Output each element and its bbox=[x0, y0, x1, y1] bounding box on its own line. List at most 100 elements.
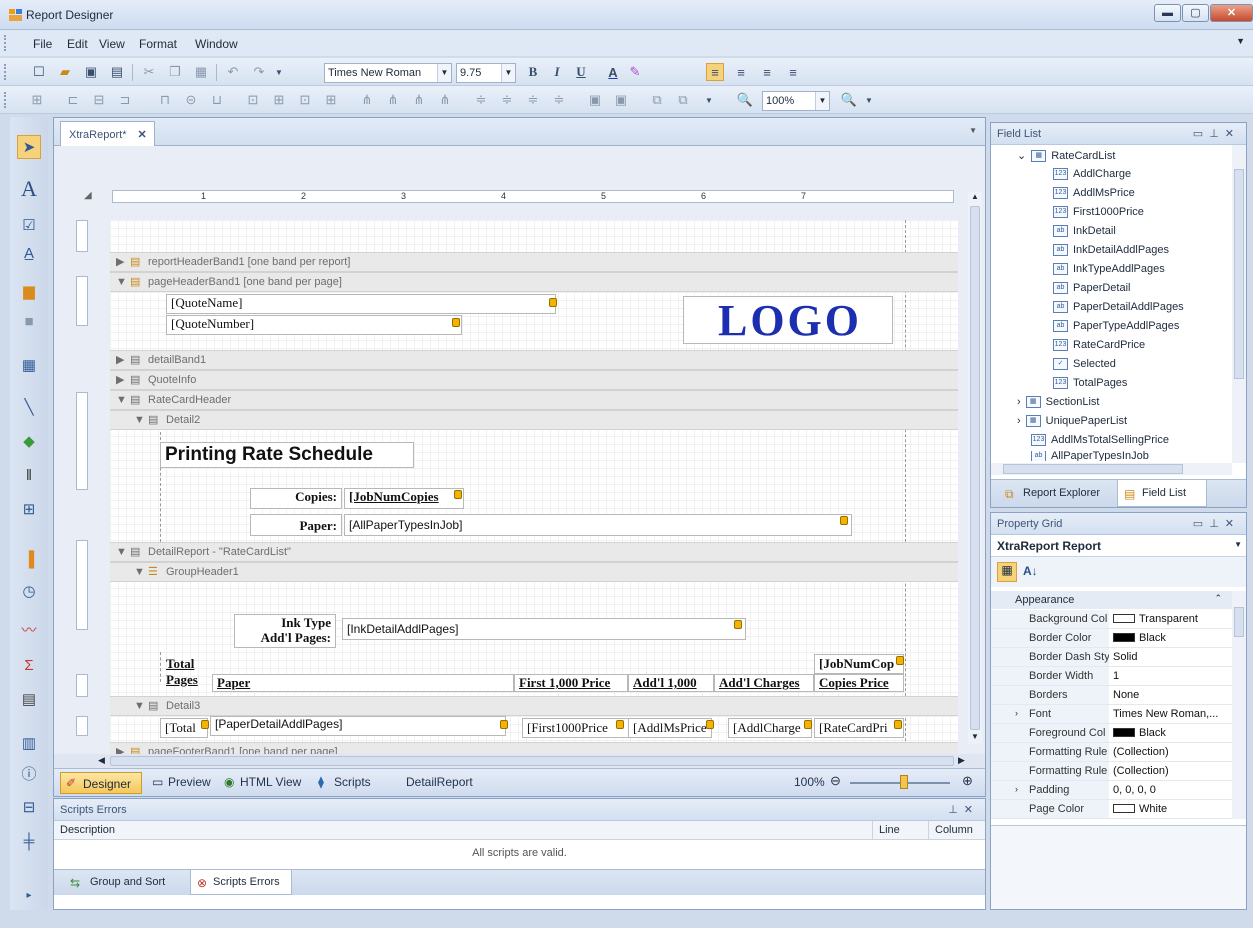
scroll-up-icon[interactable]: ▲ bbox=[971, 192, 979, 201]
h-spacing-icon[interactable]: ⋔ bbox=[358, 91, 376, 109]
quote-name-field[interactable]: [QuoteName] bbox=[166, 294, 556, 314]
zoom-combo[interactable]: 100% ▼ bbox=[762, 91, 830, 111]
tree-node-ratecardlist[interactable]: ⌄ ▦ RateCardList bbox=[1017, 149, 1115, 162]
object-selector[interactable]: XtraReport Report ▼ bbox=[991, 535, 1246, 557]
ink-detail-field[interactable]: [InkDetailAddlPages] bbox=[342, 618, 746, 640]
detail-addlcharge-field[interactable]: [AddlCharge bbox=[728, 718, 812, 738]
column-line[interactable]: Line bbox=[872, 821, 906, 839]
property-value[interactable]: (Collection) bbox=[1113, 765, 1169, 777]
same-size-icon[interactable]: ⊞ bbox=[322, 91, 340, 109]
property-value[interactable]: (Collection) bbox=[1113, 746, 1169, 758]
band-rate-card-header[interactable]: ▼ ▤ RateCardHeader bbox=[110, 390, 958, 410]
field-item[interactable]: 123 AddlMsTotalSellingPrice bbox=[1031, 434, 1169, 446]
vertical-scroll-thumb[interactable] bbox=[970, 206, 980, 730]
h-spacing-inc-icon[interactable]: ⋔ bbox=[384, 91, 402, 109]
column-column[interactable]: Column bbox=[928, 821, 979, 839]
size-to-grid-icon[interactable]: ⊞ bbox=[270, 91, 288, 109]
align-grid-icon[interactable]: ⊞ bbox=[28, 91, 46, 109]
menu-overflow-icon[interactable]: ▼ bbox=[1236, 36, 1245, 46]
zoom-in-button[interactable]: ⊕ bbox=[962, 773, 973, 789]
category-appearance[interactable]: Appearance ⌃ bbox=[991, 591, 1246, 609]
v-spacing-inc-icon[interactable]: ≑ bbox=[498, 91, 516, 109]
shape-tool-icon[interactable]: ◆ bbox=[17, 429, 41, 453]
menu-window[interactable]: Window bbox=[195, 37, 238, 51]
property-value[interactable]: Solid bbox=[1113, 651, 1137, 663]
v-spacing-icon[interactable]: ≑ bbox=[472, 91, 490, 109]
align-middles-icon[interactable]: ⊝ bbox=[182, 91, 200, 109]
property-row[interactable]: Formatting Rule (Collection) bbox=[991, 743, 1246, 762]
field-item[interactable]: ab PaperDetailAddlPages bbox=[1053, 301, 1184, 313]
center-horizontally-icon[interactable]: ▣ bbox=[586, 91, 604, 109]
horizontal-scrollbar[interactable]: ◀ ▶ bbox=[54, 754, 985, 768]
field-item[interactable]: ab PaperTypeAddlPages bbox=[1053, 320, 1179, 332]
tab-xtrareport[interactable]: XtraReport* ✕ bbox=[60, 121, 155, 146]
scroll-left-icon[interactable]: ◀ bbox=[98, 755, 105, 766]
property-row[interactable]: Background Col Transparent bbox=[991, 610, 1246, 629]
addl-charges-column-header[interactable]: Add'l Charges bbox=[714, 674, 814, 692]
center-vertically-icon[interactable]: ▣ bbox=[612, 91, 630, 109]
zoom-in-icon[interactable]: 🔍 bbox=[840, 91, 858, 109]
tab-scripts-errors[interactable]: ⊗ Scripts Errors bbox=[190, 870, 292, 895]
report-page[interactable]: ▶ ▤ reportHeaderBand1 [one band per report… bbox=[110, 220, 958, 766]
property-value[interactable]: Black bbox=[1113, 727, 1166, 739]
field-list-hscrollbar[interactable] bbox=[991, 463, 1232, 475]
justify-icon[interactable]: ≡ bbox=[784, 63, 802, 81]
copies-value-field[interactable]: [JobNumCopies bbox=[344, 488, 464, 509]
align-center-icon[interactable]: ≡ bbox=[732, 63, 750, 81]
field-item[interactable]: 123 RateCardPrice bbox=[1053, 339, 1145, 351]
chevron-down-icon[interactable]: ▼ bbox=[1234, 540, 1242, 549]
panel-window-icons[interactable]: ▭⊥✕ bbox=[1193, 517, 1240, 530]
logo[interactable]: LOGO bbox=[683, 296, 893, 344]
band-page-header[interactable]: ▼ ▤ pageHeaderBand1 [one band per page] bbox=[110, 272, 958, 292]
expand-icon[interactable]: › bbox=[1015, 784, 1018, 794]
copies-label[interactable]: Copies: bbox=[250, 488, 342, 509]
field-item[interactable]: 123 AddlCharge bbox=[1053, 168, 1131, 180]
scripts-icon[interactable]: ⧫ bbox=[318, 775, 324, 789]
column-description[interactable]: Description bbox=[60, 824, 115, 836]
tab-detail-report[interactable]: DetailReport bbox=[406, 775, 473, 789]
align-tops-icon[interactable]: ⊓ bbox=[156, 91, 174, 109]
background-color-icon[interactable]: ✎ bbox=[626, 63, 644, 81]
scroll-thumb[interactable] bbox=[1234, 607, 1244, 637]
same-width-icon[interactable]: ⊡ bbox=[244, 91, 262, 109]
property-row[interactable]: Page Color White bbox=[991, 800, 1246, 819]
tree-node-uniquepaperlist[interactable]: › ▦ UniquePaperList bbox=[1017, 415, 1127, 427]
tab-designer[interactable]: ✐ Designer bbox=[60, 772, 142, 794]
property-value[interactable]: Transparent bbox=[1113, 613, 1198, 625]
panel-pin-close-icons[interactable]: ⊥✕ bbox=[948, 803, 979, 816]
menu-file[interactable]: File bbox=[33, 37, 52, 51]
paper-value-field[interactable]: [AllPaperTypesInJob] bbox=[344, 514, 852, 536]
crossband-tool-icon[interactable]: ▥ bbox=[17, 731, 41, 755]
tab-list-icon[interactable]: ▼ bbox=[969, 126, 977, 135]
addl1000-column-header[interactable]: Add'l 1,000 bbox=[628, 674, 714, 692]
tab-scripts[interactable]: Scripts bbox=[334, 775, 371, 789]
quote-number-field[interactable]: [QuoteNumber] bbox=[166, 315, 462, 335]
copies-price-header[interactable]: Copies Price bbox=[814, 674, 904, 692]
chevron-down-icon[interactable]: ▼ bbox=[700, 91, 718, 109]
chevron-down-icon[interactable]: ▼ bbox=[501, 64, 515, 82]
line-tool-icon[interactable]: ╲ bbox=[17, 395, 41, 419]
detail-paper-field[interactable]: [PaperDetailAddlPages] bbox=[210, 716, 506, 736]
send-to-back-icon[interactable]: ⧉ bbox=[674, 91, 692, 109]
band-detail3[interactable]: ▼ ▤ Detail3 bbox=[110, 696, 958, 716]
band-detail[interactable]: ▶ ▤ detailBand1 bbox=[110, 350, 958, 370]
redo-dropdown-icon[interactable]: ▼ bbox=[270, 63, 288, 81]
expand-icon[interactable]: › bbox=[1015, 708, 1018, 718]
toolbar-grip[interactable] bbox=[4, 64, 7, 80]
subreport-tool-icon[interactable]: ⊟ bbox=[17, 795, 41, 819]
html-view-icon[interactable]: ◉ bbox=[224, 775, 234, 789]
align-left-icon[interactable]: ≡ bbox=[706, 63, 724, 81]
tab-close-icon[interactable]: ✕ bbox=[138, 129, 147, 141]
underline-button[interactable]: U bbox=[572, 63, 590, 81]
property-row[interactable]: Border Color Black bbox=[991, 629, 1246, 648]
property-value[interactable]: Times New Roman,... bbox=[1113, 708, 1218, 720]
tab-html-view[interactable]: HTML View bbox=[240, 775, 301, 789]
property-row[interactable]: Border Width 1 bbox=[991, 667, 1246, 686]
property-row[interactable]: Borders None bbox=[991, 686, 1246, 705]
expand-icon[interactable]: ▶ bbox=[116, 351, 124, 369]
vertical-scrollbar[interactable]: ▲ ▼ bbox=[968, 192, 982, 744]
total-pages-header[interactable]: Total Pages bbox=[162, 656, 210, 692]
horizontal-scroll-thumb[interactable] bbox=[110, 756, 954, 766]
band-detail2[interactable]: ▼ ▤ Detail2 bbox=[110, 410, 958, 430]
property-value[interactable]: None bbox=[1113, 689, 1139, 701]
